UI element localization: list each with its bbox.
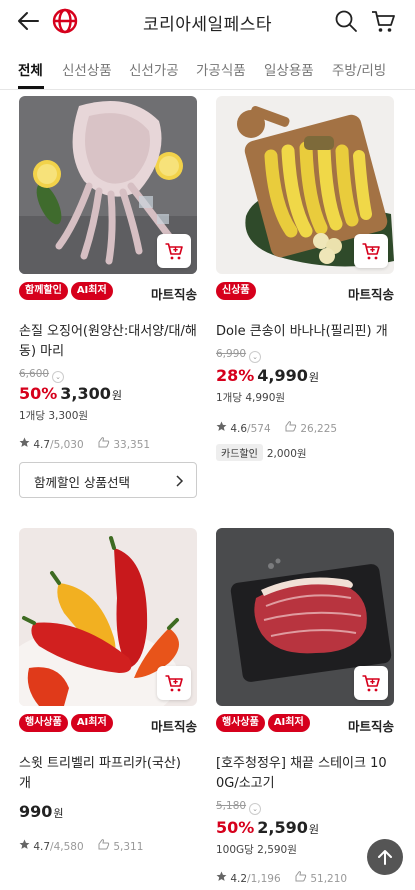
star-icon — [19, 839, 30, 849]
product-image-beef-steak[interactable] — [216, 528, 394, 706]
product-name[interactable]: [호주청정우] 채끝 스테이크 100G/소고기 — [216, 754, 394, 794]
wish-hand-icon — [295, 871, 307, 882]
card-discount-info: 카드할인 2,000원 — [216, 444, 307, 461]
sale-price: 28% 4,990원 — [216, 366, 320, 385]
product-name[interactable]: 손질 오징어(원양산:대서양/대/해동) 마리 — [19, 322, 197, 362]
add-to-cart-button[interactable] — [354, 666, 388, 700]
shipping-label: 마트직송 — [150, 287, 197, 302]
shipping-label: 마트직송 — [150, 719, 197, 734]
unit-price: 1개당 3,300원 — [19, 410, 89, 422]
add-to-cart-button[interactable] — [354, 234, 388, 268]
product-card[interactable]: 신상품 마트직송 Dole 큰송이 바나나(필리핀) 개 6,990 ⌄ 28% 4… — [216, 96, 394, 476]
product-name[interactable]: 스윗 트리벨리 파프리카(국산) 개 — [19, 754, 197, 794]
product-card[interactable]: 행사상품 AI최저 마트직송 스윗 트리벨리 파프리카(국산) 개 990원 4.… — [19, 528, 197, 858]
discount-rate: 28% — [216, 366, 255, 385]
product-stats: 4.6/574 26,225 — [216, 420, 347, 435]
badge-ai-lowest: AI최저 — [267, 714, 310, 732]
discount-rate: 50% — [216, 818, 255, 837]
badge-ai-lowest: AI최저 — [70, 282, 113, 300]
wish-hand-icon — [98, 839, 110, 850]
product-stats: 4.7/4,580 5,311 — [19, 838, 153, 853]
price-info-dropdown-icon[interactable]: ⌄ — [249, 351, 262, 363]
product-stats: 4.7/5,030 33,351 — [19, 436, 160, 451]
badge-together-discount: 함께할인 — [19, 282, 68, 300]
search-icon[interactable] — [334, 9, 358, 33]
sale-price: 990원 — [19, 802, 64, 821]
chevron-right-icon — [176, 475, 184, 487]
star-icon — [19, 437, 30, 447]
price-info-dropdown-icon[interactable]: ⌄ — [52, 371, 65, 383]
sale-price: 50% 2,590원 — [216, 818, 320, 837]
scroll-top-button[interactable] — [367, 839, 403, 875]
original-price: 6,990 ⌄ — [216, 348, 262, 363]
product-image-banana[interactable] — [216, 96, 394, 274]
arrow-up-icon — [378, 850, 392, 865]
tab-kitchen-living[interactable]: 주방/리빙 — [332, 59, 386, 79]
add-to-cart-icon — [165, 675, 183, 692]
active-tab-indicator — [18, 86, 44, 89]
product-stats: 4.2/1,196 51,210 — [216, 870, 357, 885]
add-to-cart-icon — [362, 675, 380, 692]
product-badges: 행사상품 AI최저 — [19, 714, 116, 734]
product-card[interactable]: 행사상품 AI최저 마트직송 [호주청정우] 채끝 스테이크 100G/소고기 5… — [216, 528, 394, 890]
product-card[interactable]: 함께할인 AI최저 마트직송 손질 오징어(원양산:대서양/대/해동) 마리 6,… — [19, 96, 197, 506]
cart-icon[interactable] — [370, 8, 396, 34]
product-badges: 함께할인 AI최저 — [19, 282, 116, 302]
product-badges: 행사상품 AI최저 — [216, 714, 313, 734]
original-price: 5,180 ⌄ — [216, 800, 262, 815]
star-icon — [216, 421, 227, 431]
badge-event-product: 행사상품 — [216, 714, 265, 732]
discount-rate: 50% — [19, 384, 58, 403]
original-price: 6,600 ⌄ — [19, 368, 65, 383]
tab-fresh-processed[interactable]: 신선가공 — [129, 59, 179, 79]
card-discount-label: 카드할인 — [216, 444, 263, 461]
together-discount-select-button[interactable]: 함께할인 상품선택 — [19, 462, 197, 498]
unit-price: 1개당 4,990원 — [216, 392, 286, 404]
add-to-cart-icon — [165, 243, 183, 260]
unit-price: 100G당 2,590원 — [216, 844, 297, 856]
add-to-cart-button[interactable] — [157, 666, 191, 700]
wish-hand-icon — [285, 421, 297, 432]
add-to-cart-icon — [362, 243, 380, 260]
product-image-squid[interactable] — [19, 96, 197, 274]
star-icon — [216, 871, 227, 881]
card-discount-amount: 2,000원 — [266, 448, 307, 460]
product-badges: 신상품 — [216, 282, 259, 302]
sale-price: 50% 3,300원 — [19, 384, 123, 403]
tab-all[interactable]: 전체 — [18, 59, 43, 79]
product-name[interactable]: Dole 큰송이 바나나(필리핀) 개 — [216, 322, 394, 342]
product-image-paprika[interactable] — [19, 528, 197, 706]
app-header: 코리아세일페스타 — [0, 0, 415, 44]
price-info-dropdown-icon[interactable]: ⌄ — [249, 803, 262, 815]
category-tabs: 전체 신선상품 신선가공 가공식품 일상용품 주방/리빙 — [0, 44, 415, 90]
badge-event-product: 행사상품 — [19, 714, 68, 732]
shipping-label: 마트직송 — [347, 287, 394, 302]
badge-ai-lowest: AI최저 — [70, 714, 113, 732]
add-to-cart-button[interactable] — [157, 234, 191, 268]
wish-hand-icon — [98, 437, 110, 448]
shipping-label: 마트직송 — [347, 719, 394, 734]
tab-daily-goods[interactable]: 일상용품 — [264, 59, 314, 79]
badge-new-product: 신상품 — [216, 282, 256, 300]
tab-processed-food[interactable]: 가공식품 — [196, 59, 246, 79]
tab-fresh-products[interactable]: 신선상품 — [62, 59, 112, 79]
